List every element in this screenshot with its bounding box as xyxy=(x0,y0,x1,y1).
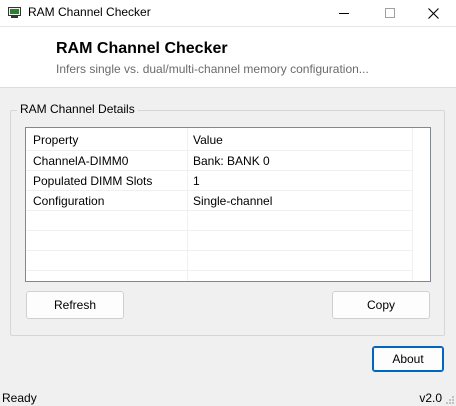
maximize-icon xyxy=(385,8,395,18)
copy-button[interactable]: Copy xyxy=(332,291,430,319)
cell-value: 1 xyxy=(193,174,200,188)
app-icon xyxy=(8,7,21,18)
column-header-value[interactable]: Value xyxy=(193,133,223,147)
window-title: RAM Channel Checker xyxy=(28,5,151,19)
maximize-button[interactable] xyxy=(367,0,413,26)
close-icon xyxy=(427,7,439,19)
page-subtitle: Infers single vs. dual/multi-channel mem… xyxy=(56,62,369,76)
empty-row xyxy=(26,211,412,231)
refresh-button[interactable]: Refresh xyxy=(26,291,124,319)
minimize-button[interactable] xyxy=(321,0,367,26)
details-table[interactable]: Property Value ChannelA-DIMM0 Bank: BANK… xyxy=(25,127,431,282)
close-button[interactable] xyxy=(410,0,456,26)
table-row[interactable]: Populated DIMM Slots 1 xyxy=(26,171,412,191)
column-header-property[interactable]: Property xyxy=(33,133,78,147)
version-label: v2.0 xyxy=(419,391,442,405)
status-text: Ready xyxy=(2,391,37,405)
empty-row xyxy=(26,251,412,271)
header-panel: RAM Channel Checker Infers single vs. du… xyxy=(0,27,456,88)
about-button[interactable]: About xyxy=(372,346,444,372)
title-bar: RAM Channel Checker xyxy=(0,0,456,27)
minimize-icon xyxy=(339,13,349,14)
empty-row xyxy=(26,231,412,251)
cell-property: Populated DIMM Slots xyxy=(33,174,153,188)
cell-property: Configuration xyxy=(33,194,105,208)
table-row[interactable]: Configuration Single-channel xyxy=(26,191,412,211)
column-divider xyxy=(412,128,413,281)
status-bar: Ready v2.0 xyxy=(0,389,456,406)
cell-value: Single-channel xyxy=(193,194,273,208)
resize-grip-icon[interactable] xyxy=(445,395,455,405)
table-row[interactable]: ChannelA-DIMM0 Bank: BANK 0 xyxy=(26,151,412,171)
table-header-row: Property Value xyxy=(26,128,412,151)
cell-property: ChannelA-DIMM0 xyxy=(33,154,129,168)
page-title: RAM Channel Checker xyxy=(56,40,228,57)
cell-value: Bank: BANK 0 xyxy=(193,154,270,168)
group-label: RAM Channel Details xyxy=(17,102,138,116)
